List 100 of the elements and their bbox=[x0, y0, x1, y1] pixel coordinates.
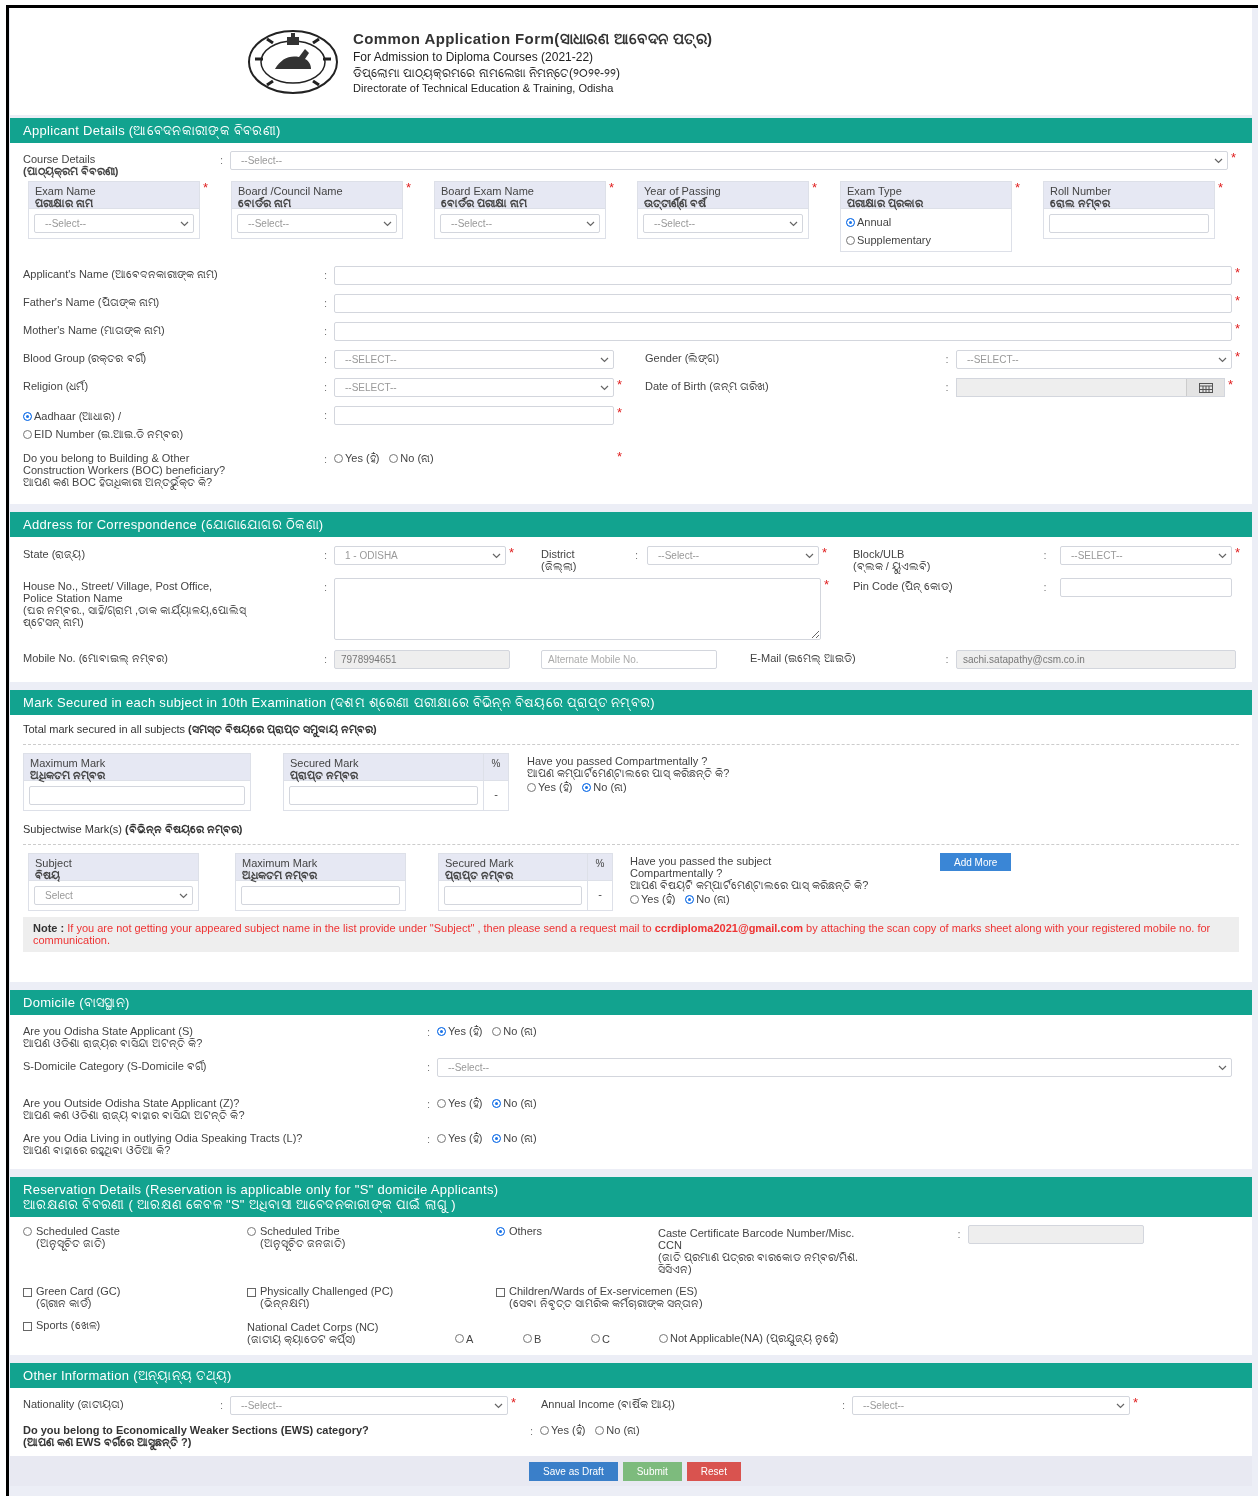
radio-option[interactable]: Supplementary bbox=[846, 234, 1006, 246]
text-field[interactable] bbox=[1049, 214, 1209, 233]
required-mark: * bbox=[202, 181, 210, 194]
date-field[interactable] bbox=[956, 378, 1225, 397]
radio-option[interactable]: Not Applicable(NA) (ପ୍ରଯୁଜ୍ୟ ନୁହେଁ) bbox=[659, 1332, 839, 1345]
radio-option[interactable]: C bbox=[591, 1332, 610, 1345]
chevron-icon bbox=[586, 220, 595, 227]
text-field[interactable] bbox=[334, 266, 1232, 285]
radio-option[interactable]: Yes (ହଁ) bbox=[527, 781, 573, 794]
radio-option[interactable]: Scheduled Tribe (ଅନୁସୂଚିତ ଜନଜାତି) bbox=[247, 1225, 496, 1275]
colon-separator: : bbox=[528, 1424, 535, 1437]
radio-option[interactable]: Annual bbox=[846, 216, 1006, 228]
add-more-button[interactable]: Add More bbox=[940, 853, 1012, 871]
required-mark: * bbox=[1217, 181, 1225, 194]
colon-separator: : bbox=[322, 652, 329, 665]
checkbox-option[interactable]: Physically Challenged (PC) (ଭିନ୍ନକ୍ଷମ) bbox=[247, 1285, 496, 1309]
chevron-icon bbox=[789, 220, 798, 227]
field-label: Do you belong to Building & Other Construction Workers (BOC) beneficiary? ଆପଣ କଣ BOC ହିତାଧିକାରୀ ଅନ୍ତର୍ଭୁକ୍ତ କି? bbox=[23, 451, 227, 488]
field-label: State (ରାଜ୍ୟ) bbox=[23, 547, 87, 560]
radio-option[interactable]: Yes (ହଁ) bbox=[437, 1025, 483, 1038]
text-field[interactable] bbox=[334, 322, 1232, 341]
radio-option[interactable]: No (ନା) bbox=[685, 893, 730, 906]
form-title: Common Application Form(ସାଧାରଣ ଆବେଦନ ପତ୍ର) bbox=[353, 29, 713, 48]
required-mark: * bbox=[1132, 1396, 1140, 1409]
chevron-icon bbox=[180, 220, 189, 227]
required-mark: * bbox=[1227, 378, 1235, 391]
required-mark: * bbox=[823, 578, 831, 591]
radio-option[interactable]: No (ନା) bbox=[595, 1424, 640, 1437]
radio-option[interactable]: Aadhaar (ଆଧାର) / bbox=[23, 410, 317, 422]
section-heading: Mark Secured in each subject in 10th Examination (ଦଶମ ଶ୍ରେଣୀ ପରୀକ୍ଷାରେ ବିଭିନ୍ନ ବିଷୟରେ ପ୍ରାପ୍ତ ନମ୍ବର) bbox=[10, 690, 1252, 715]
colon-separator: : bbox=[322, 352, 329, 365]
chevron-icon bbox=[494, 1402, 503, 1409]
field-label: Mobile No. (ମୋବାଇଲ୍ ନମ୍ବର) bbox=[23, 651, 170, 664]
colon-separator: : bbox=[322, 452, 329, 465]
checkbox-option[interactable]: Children/Wards of Ex-servicemen (ES) (ସେବା ନିବୃତ୍ତ ସାମରିକ କର୍ମଚାରୀଙ୍କ ସନ୍ତାନ) bbox=[496, 1285, 1239, 1309]
checkbox-option[interactable]: Sports (ଖେଳ) bbox=[23, 1319, 247, 1345]
field-label: Nationality (ଜାତୀୟତା) bbox=[23, 1397, 125, 1410]
text-field[interactable] bbox=[444, 886, 582, 905]
required-mark: * bbox=[616, 378, 624, 391]
radio-option[interactable]: Yes (ହଁ) bbox=[630, 893, 676, 906]
chevron-icon bbox=[600, 356, 609, 363]
text-field[interactable] bbox=[1060, 578, 1232, 597]
radio-option[interactable]: Yes (ହଁ) bbox=[437, 1132, 483, 1145]
text-field[interactable] bbox=[289, 786, 478, 805]
text-field[interactable] bbox=[334, 294, 1232, 313]
section-heading: Address for Correspondence (ଯୋଗାଯୋଗର ଠିକଣା) bbox=[10, 512, 1252, 537]
required-mark: * bbox=[405, 181, 413, 194]
reset-button[interactable]: Reset bbox=[686, 1461, 741, 1481]
text-field[interactable] bbox=[241, 886, 400, 905]
radio-option[interactable]: B bbox=[523, 1332, 542, 1345]
colon-separator: : bbox=[944, 652, 950, 665]
required-mark: * bbox=[508, 546, 516, 559]
colon-separator: : bbox=[1042, 548, 1048, 561]
radio-option[interactable]: Yes (ହଁ) bbox=[437, 1097, 483, 1110]
text-field[interactable] bbox=[334, 406, 614, 425]
checkbox-option[interactable]: Green Card (GC) (ଗ୍ରୀନ କାର୍ଡ) bbox=[23, 1285, 247, 1309]
radio-option[interactable]: EID Number (ଇ.ଆଇ.ଡି ନମ୍ବର) bbox=[23, 428, 317, 440]
radio-option[interactable]: A bbox=[455, 1332, 474, 1345]
field-label: Board /Council Name ବୋର୍ଡର ନାମ bbox=[238, 184, 343, 209]
radio-option[interactable]: No (ନା) bbox=[492, 1097, 537, 1110]
colon-separator: : bbox=[956, 1227, 962, 1240]
field-label: Annual Income (ବାର୍ଷିକ ଆୟ) bbox=[541, 1397, 676, 1410]
radio-option[interactable]: Yes (ହଁ) bbox=[540, 1424, 586, 1437]
radio-option[interactable]: Yes (ହଁ) bbox=[334, 452, 380, 465]
field-label: National Cadet Corps (NC) (ଜାତୀୟ କ୍ୟାଡେଟ କର୍ପ୍ସ) bbox=[247, 1320, 380, 1345]
text-area[interactable] bbox=[334, 578, 821, 640]
radio-option[interactable]: No (ନା) bbox=[492, 1132, 537, 1145]
calendar-icon bbox=[1198, 382, 1213, 393]
text-field[interactable]: Alternate Mobile No. bbox=[541, 650, 717, 669]
field-label: Maximum Mark ଅଧିକତମ ନମ୍ବର bbox=[242, 856, 318, 881]
colon-separator: : bbox=[425, 1025, 432, 1038]
percent-value: - bbox=[483, 781, 508, 810]
field-label: S-Domicile Category (S-Domicile ବର୍ଗ) bbox=[23, 1059, 208, 1072]
radio-option[interactable]: Scheduled Caste (ଅନୁସୂଚିତ ଜାତି) bbox=[23, 1225, 247, 1275]
field-label: Father's Name (ପିତାଙ୍କ ନାମ) bbox=[23, 295, 161, 308]
required-mark: * bbox=[510, 1396, 518, 1409]
radio-option[interactable]: No (ନା) bbox=[389, 452, 434, 465]
field-label: Caste Certificate Barcode Number/Misc. CCN (ଜାତି ପ୍ରମାଣ ପତ୍ରର ବାରକୋଡ ନମ୍ବର/ମିଶ. ସିସିଏନ) bbox=[658, 1226, 859, 1275]
field-label: House No., Street/ Village, Post Office, Police Station Name (ଘର ନମ୍ବର., ସାହି/ଗ୍ରାମ ,ଡାକ କାର୍ଯ୍ୟାଳୟ,ପୋଲିସ୍ ଷ୍ଟେସନ୍ ନାମ) bbox=[23, 579, 248, 628]
field-label: Mother's Name (ମାତାଙ୍କ ନାମ) bbox=[23, 323, 166, 336]
field-label: District (ଜିଲ୍ଲା) bbox=[541, 547, 578, 572]
radio-option[interactable]: Others bbox=[496, 1225, 658, 1275]
radio-option[interactable]: No (ନା) bbox=[582, 781, 627, 794]
colon-separator: : bbox=[840, 1398, 847, 1411]
chevron-icon bbox=[179, 892, 188, 899]
chevron-icon bbox=[1214, 157, 1223, 164]
form-subtitle: For Admission to Diploma Courses (2021-22) bbox=[353, 49, 595, 64]
required-mark: * bbox=[1234, 350, 1242, 363]
radio-option[interactable]: No (ନା) bbox=[492, 1025, 537, 1038]
field-label: Date of Birth (ଜନ୍ମ ତାରିଖ) bbox=[645, 379, 770, 392]
field-label: Are you Odisha State Applicant (S) ଆପଣ ଓଡିଶା ରାଜ୍ୟର ବାସିନ୍ଦା ଅଟନ୍ତି କି? bbox=[23, 1024, 204, 1049]
required-mark: * bbox=[811, 181, 819, 194]
field-label: Gender (ଲିଙ୍ଗ) bbox=[645, 351, 721, 364]
draft-button[interactable]: Save as Draft bbox=[529, 1461, 618, 1481]
text-field[interactable] bbox=[29, 786, 245, 805]
colon-separator: : bbox=[322, 268, 329, 281]
subsection-title: Subjectwise Mark(s) (ବିଭିନ୍ନ ବିଷୟରେ ନମ୍ବର) bbox=[23, 823, 243, 835]
field-label: Pin Code (ପିନ୍ କୋଡ୍) bbox=[853, 579, 954, 592]
required-mark: * bbox=[608, 181, 616, 194]
field-label: Course Details (ପାଠ୍ୟକ୍ରମ ବିବରଣୀ) bbox=[23, 152, 120, 177]
